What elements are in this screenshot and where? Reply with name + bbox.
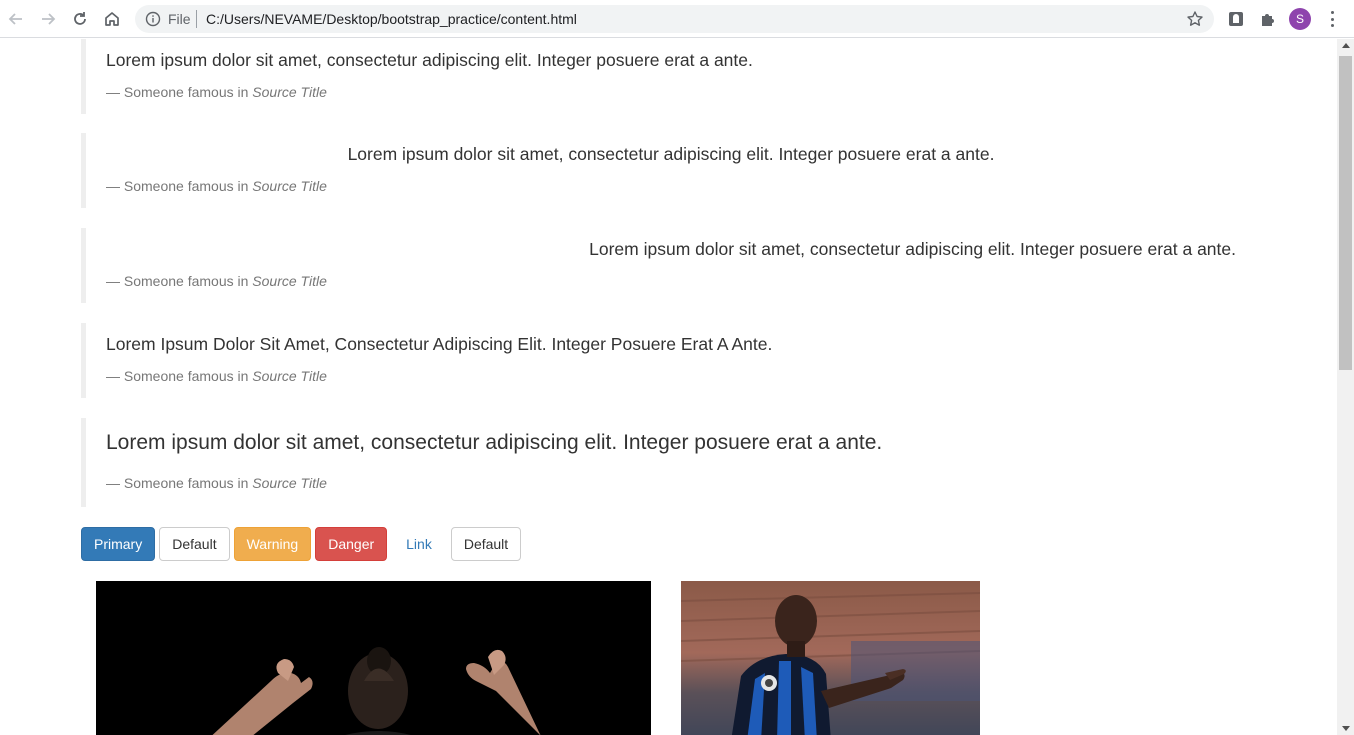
blockquote-lead: Lorem ipsum dolor sit amet, consectetur … [81, 418, 1256, 507]
player-photo-back [96, 581, 651, 735]
menu-dots-icon[interactable] [1325, 10, 1339, 28]
blockquote-center: Lorem ipsum dolor sit amet, consectetur … [81, 133, 1256, 208]
scheme-label: File [168, 11, 191, 27]
danger-button[interactable]: Danger [315, 527, 388, 561]
extension-icon[interactable] [1227, 10, 1245, 28]
back-arrow-icon[interactable] [5, 8, 27, 30]
footer-prefix: — Someone famous in [106, 273, 249, 289]
forward-arrow-icon[interactable] [37, 8, 59, 30]
page-viewport: Lorem ipsum dolor sit amet, consectetur … [0, 39, 1337, 735]
footer-prefix: — Someone famous in [106, 178, 249, 194]
primary-button[interactable]: Primary [81, 527, 156, 561]
blockquote-footer: — Someone famous in Source Title [106, 271, 1236, 291]
blockquote-text: Lorem ipsum dolor sit amet, consectetur … [106, 334, 773, 354]
scrollbar-thumb[interactable] [1339, 56, 1352, 370]
default-button[interactable]: Default [159, 527, 230, 561]
blockquote-footer: — Someone famous in Source Title [106, 82, 1236, 102]
scroll-up-arrow-icon[interactable] [1342, 43, 1350, 48]
scroll-down-arrow-icon[interactable] [1342, 726, 1350, 731]
blockquote-right: Lorem ipsum dolor sit amet, consectetur … [81, 228, 1256, 303]
blockquote-capitalized: Lorem ipsum dolor sit amet, consectetur … [81, 323, 1256, 398]
footer-prefix: — Someone famous in [106, 475, 249, 491]
blockquote-footer: — Someone famous in Source Title [106, 366, 1236, 386]
info-icon[interactable] [145, 11, 161, 27]
footer-prefix: — Someone famous in [106, 84, 249, 100]
blockquote-text: Lorem ipsum dolor sit amet, consectetur … [347, 144, 995, 164]
address-bar[interactable]: File C:/Users/NEVAME/Desktop/bootstrap_p… [135, 5, 1214, 33]
blockquote-text: Lorem ipsum dolor sit amet, consectetur … [589, 239, 1236, 259]
blockquote-footer: — Someone famous in Source Title [106, 473, 1236, 493]
source-title: Source Title [252, 84, 327, 100]
button-group: Primary Default Warning Danger Link Defa… [81, 527, 522, 561]
star-icon[interactable] [1186, 10, 1204, 28]
link-button[interactable]: Link [391, 527, 447, 561]
source-title: Source Title [252, 178, 327, 194]
home-icon[interactable] [101, 8, 123, 30]
vertical-scrollbar[interactable] [1337, 39, 1354, 735]
profile-avatar[interactable]: S [1289, 8, 1311, 30]
source-title: Source Title [252, 475, 327, 491]
player-photo-celebrating [681, 581, 980, 735]
reload-icon[interactable] [69, 8, 91, 30]
omnibox-divider [196, 10, 197, 28]
warning-button[interactable]: Warning [233, 527, 312, 561]
blockquote-text: Lorem ipsum dolor sit amet, consectetur … [106, 431, 883, 454]
puzzle-icon[interactable] [1259, 10, 1277, 28]
default-button-2[interactable]: Default [450, 527, 522, 561]
url-text[interactable]: C:/Users/NEVAME/Desktop/bootstrap_practi… [206, 11, 577, 27]
blockquote-text: Lorem ipsum dolor sit amet, consectetur … [106, 50, 753, 70]
blockquote-footer: — Someone famous in Source Title [106, 176, 1236, 196]
footer-prefix: — Someone famous in [106, 368, 249, 384]
source-title: Source Title [252, 368, 327, 384]
browser-toolbar: File C:/Users/NEVAME/Desktop/bootstrap_p… [0, 0, 1354, 38]
blockquote-left: Lorem ipsum dolor sit amet, consectetur … [81, 39, 1256, 114]
source-title: Source Title [252, 273, 327, 289]
